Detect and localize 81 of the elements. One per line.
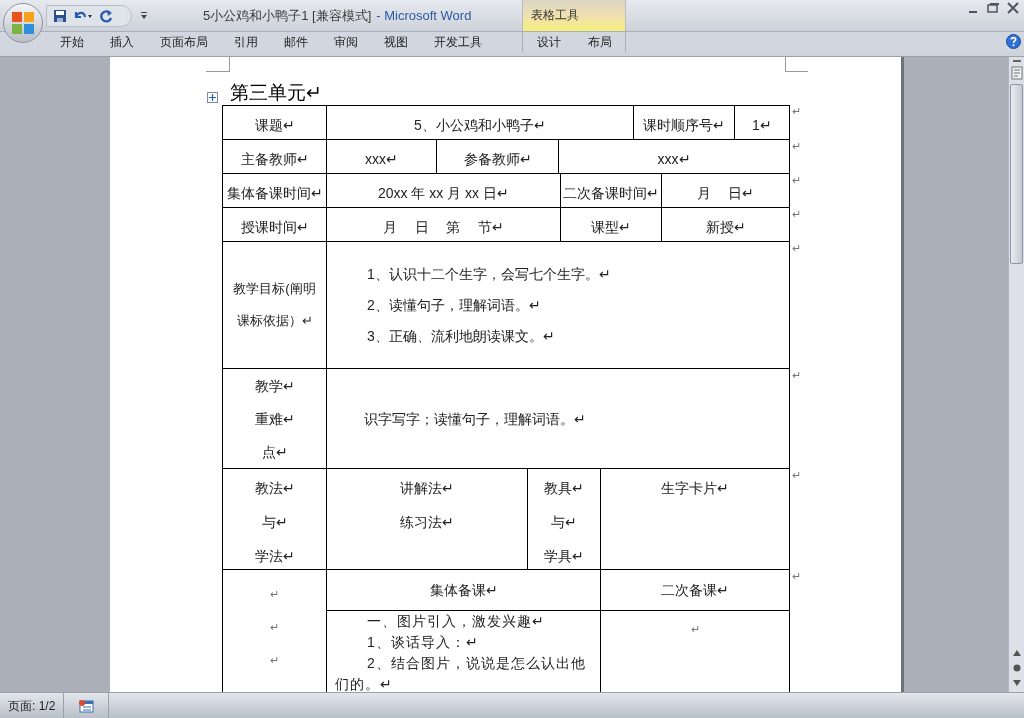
- cell-text: ↵: [690, 622, 700, 637]
- cell-text: 识字写字；读懂句子，理解词语。↵: [364, 409, 586, 429]
- cell-text: 1、谈话导入：↵: [366, 633, 479, 652]
- close-icon[interactable]: [1006, 2, 1020, 14]
- restore-icon[interactable]: [986, 2, 1000, 14]
- cell-text: 讲解法↵: [400, 479, 454, 498]
- ribbon-tab[interactable]: 开始: [47, 32, 97, 51]
- office-button[interactable]: [3, 3, 43, 43]
- save-icon[interactable]: [53, 8, 67, 23]
- ribbon-tab[interactable]: 页面布局: [147, 32, 221, 51]
- row-end-mark: ↵: [792, 242, 801, 254]
- cell-text: 主备教师↵: [240, 150, 309, 169]
- redo-icon[interactable]: [99, 8, 113, 23]
- cell-text: 一、图片引入，激发兴趣↵: [366, 612, 545, 631]
- cell-text: 课时顺序号↵: [643, 116, 725, 135]
- cell-text: xxx↵: [657, 150, 691, 169]
- cell-text: 授课时间↵: [240, 218, 309, 237]
- contextual-group-label: 表格工具: [531, 8, 579, 22]
- cell-text: 集体备课↵: [429, 581, 498, 600]
- row-end-mark: ↵: [792, 105, 801, 117]
- cell-text: 教法↵: [254, 479, 295, 498]
- row-end-mark: ↵: [792, 208, 801, 220]
- window-title: 5小公鸡和小鸭子1 [兼容模式]: [203, 6, 372, 25]
- cell-text: 练习法↵: [400, 513, 454, 532]
- table-move-handle-icon[interactable]: [207, 92, 218, 103]
- ruler-toggle-icon[interactable]: [1010, 59, 1023, 81]
- margin-mark: [206, 57, 230, 72]
- cell-text: 课标依据）↵: [236, 312, 313, 330]
- ribbon-tab[interactable]: 开发工具: [421, 32, 495, 51]
- app-name: - Microsoft Word: [376, 6, 472, 25]
- cell-text: 点↵: [261, 442, 288, 462]
- cell-text: ↵: [270, 587, 279, 602]
- cell-text: 月 日↵: [696, 184, 755, 203]
- ribbon-tab[interactable]: 邮件: [271, 32, 321, 51]
- ribbon-tab[interactable]: 插入: [97, 32, 147, 51]
- ribbon-tab[interactable]: 视图: [371, 32, 421, 51]
- ribbon-tab[interactable]: 引用: [221, 32, 271, 51]
- margin-mark: [785, 57, 808, 72]
- vertical-scrollbar[interactable]: [1008, 57, 1024, 692]
- row-end-mark: ↵: [792, 469, 801, 481]
- cell-text: 20xx 年 xx 月 xx 日↵: [378, 184, 509, 203]
- cell-text: 2、结合图片，说说是怎么认出他们的。↵: [335, 654, 587, 692]
- cell-text: 新授↵: [705, 218, 746, 237]
- scrollbar-thumb[interactable]: [1010, 84, 1023, 264]
- cell-text: 月 日 第 节↵: [382, 218, 505, 237]
- cell-text: 5、小公鸡和小鸭子↵: [414, 116, 546, 135]
- cell-text: 课题↵: [254, 116, 295, 135]
- office-logo-icon: [11, 11, 35, 35]
- cell-text: 1↵: [752, 116, 772, 135]
- cell-text: 学具↵: [544, 547, 584, 566]
- ribbon-tab[interactable]: 布局: [574, 32, 625, 51]
- row-end-mark: ↵: [792, 140, 801, 152]
- customize-dropdown-icon[interactable]: [140, 11, 148, 20]
- cell-text: 生字卡片↵: [661, 479, 729, 498]
- document-heading: 第三单元↵: [230, 81, 322, 105]
- row-end-mark: ↵: [792, 570, 801, 582]
- cell-text: 集体备课时间↵: [226, 184, 323, 203]
- ribbon-tab[interactable]: 设计: [523, 32, 574, 51]
- cell-text: 学法↵: [254, 547, 295, 566]
- cell-text: 教学↵: [254, 376, 295, 396]
- cell-text: xxx↵: [365, 150, 398, 169]
- cell-text: 教学目标(阐明: [233, 280, 316, 298]
- cell-text: 二次备课时间↵: [563, 184, 659, 203]
- cell-text: 与↵: [551, 513, 577, 532]
- cell-text: 参备教师↵: [463, 150, 532, 169]
- cell-text: 2、读懂句子，理解词语。↵: [367, 296, 541, 315]
- cell-text: 教具↵: [544, 479, 584, 498]
- proofing-status-icon[interactable]: [78, 698, 95, 713]
- row-end-mark: ↵: [792, 369, 801, 381]
- row-end-mark: ↵: [792, 174, 801, 186]
- page-count[interactable]: 页面: 1/2: [0, 692, 65, 718]
- help-icon[interactable]: [1006, 34, 1021, 49]
- cell-text: 与↵: [261, 513, 288, 532]
- cell-text: ↵: [270, 620, 279, 635]
- cell-text: 二次备课↵: [661, 581, 729, 600]
- cell-text: ↵: [270, 653, 279, 668]
- cell-text: 课型↵: [591, 218, 631, 237]
- cell-text: 1、认识十二个生字，会写七个生字。↵: [367, 265, 611, 284]
- ribbon-tab[interactable]: 审阅: [321, 32, 371, 51]
- cell-text: 重难↵: [254, 409, 295, 429]
- cell-text: 3、正确、流利地朗读课文。↵: [367, 327, 555, 346]
